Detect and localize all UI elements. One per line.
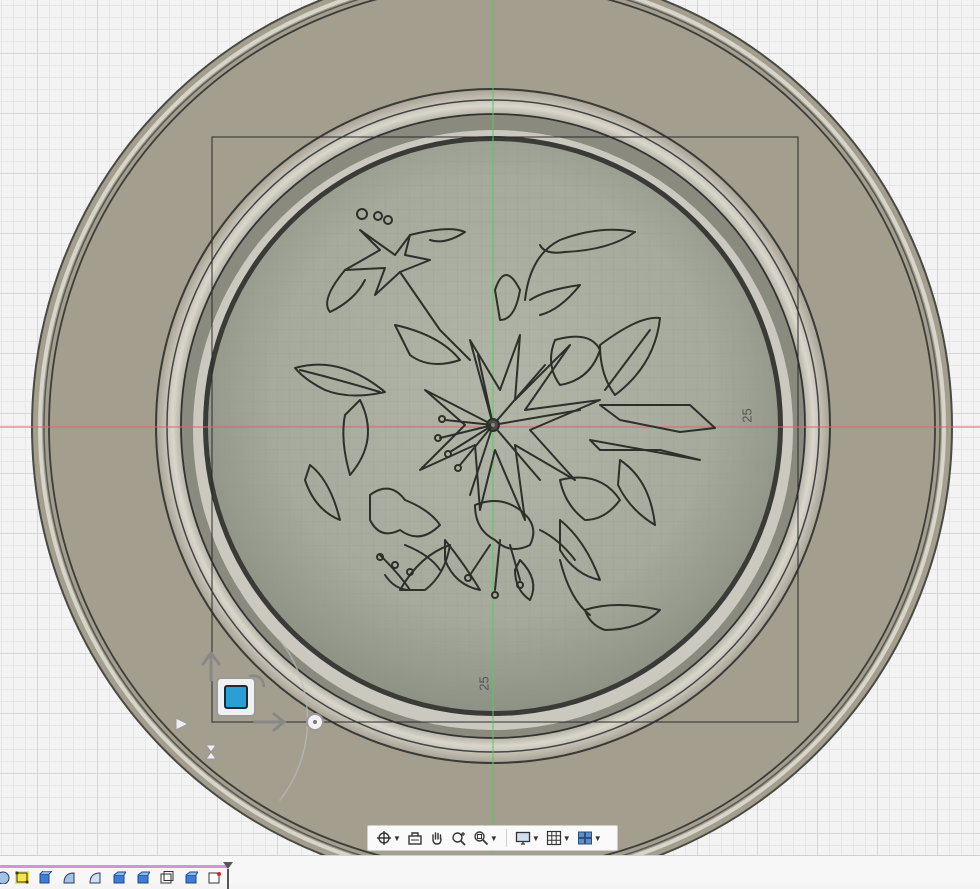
display-settings-icon — [515, 831, 530, 845]
pan-button[interactable] — [427, 827, 447, 849]
chevron-down-icon: ▼ — [393, 833, 401, 843]
dimension-label-right[interactable]: 25 — [740, 408, 755, 422]
viewports-icon — [577, 831, 592, 845]
view-cube[interactable] — [216, 677, 256, 717]
design-timeline — [0, 855, 980, 889]
extrude-icon[interactable] — [136, 871, 150, 884]
orbit-icon — [377, 831, 391, 845]
orbit-button[interactable]: ▼ — [374, 827, 403, 849]
look-at-icon — [408, 832, 422, 845]
extrude-icon[interactable] — [184, 871, 198, 884]
toolbar-divider — [505, 829, 507, 847]
navigation-toolbar: ▼ ▼ ▼ ▼ ▼ — [367, 825, 618, 851]
zoom-icon — [452, 832, 466, 846]
chevron-down-icon: ▼ — [531, 833, 540, 843]
zoom-button[interactable] — [449, 827, 469, 849]
model-canvas[interactable] — [0, 0, 980, 855]
shell-icon[interactable] — [160, 871, 174, 884]
grid-settings-button[interactable]: ▼ — [544, 827, 573, 849]
dimension-label-bottom[interactable]: 25 — [477, 676, 492, 690]
display-settings-button[interactable]: ▼ — [513, 827, 542, 849]
sketch-icon[interactable] — [0, 871, 10, 884]
fit-button[interactable]: ▼ — [471, 827, 500, 849]
timeline-marker[interactable] — [223, 862, 233, 889]
look-at-button[interactable] — [405, 827, 425, 849]
decal-icon[interactable] — [208, 871, 222, 884]
extrude-icon[interactable] — [38, 871, 52, 884]
revolve-icon[interactable] — [62, 871, 76, 884]
extrude-icon[interactable] — [112, 871, 126, 884]
3d-viewport[interactable]: 25 25 ▼ ▼ ▼ ▼ ▼ — [0, 0, 980, 855]
revolve-icon[interactable] — [88, 871, 102, 884]
chevron-down-icon: ▼ — [593, 833, 602, 843]
pan-icon — [432, 832, 442, 845]
viewports-button[interactable]: ▼ — [575, 827, 604, 849]
timeline-progress-bar — [0, 865, 228, 868]
chevron-down-icon: ▼ — [489, 833, 498, 843]
sketch-icon[interactable] — [15, 871, 29, 884]
grid-icon — [546, 830, 561, 846]
fit-icon — [474, 831, 489, 846]
chevron-down-icon: ▼ — [562, 833, 571, 843]
